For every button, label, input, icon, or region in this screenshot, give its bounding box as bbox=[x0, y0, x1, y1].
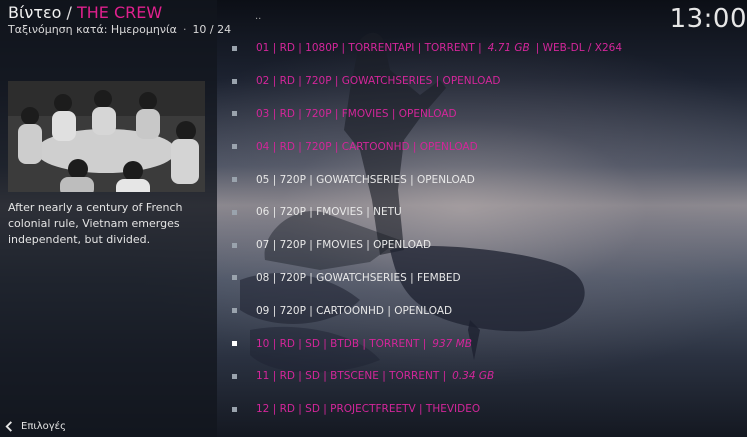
list-item-label: 08 | 720P | GOWATCHSERIES | FEMBED bbox=[256, 272, 461, 284]
list-item-label: 02 | RD | 720P | GOWATCHSERIES | OPENLOA… bbox=[256, 75, 500, 87]
source-text: 06 | 720P | FMOVIES | NETU bbox=[256, 206, 402, 219]
bullet-icon bbox=[232, 144, 237, 150]
list-item[interactable]: 06 | 720P | FMOVIES | NETU bbox=[232, 196, 732, 229]
section-label: Βίντεο bbox=[8, 3, 62, 22]
sort-info: Ταξινόμηση κατά: Ημερομηνία · 10 / 24 bbox=[8, 23, 231, 36]
options-label: Επιλογές bbox=[21, 421, 66, 432]
sort-label: Ταξινόμηση κατά: Ημερομηνία bbox=[8, 23, 177, 36]
list-item-label: 11 | RD | SD | BTSCENE | TORRENT | 0.34 G… bbox=[256, 370, 494, 382]
file-size: 4.71 GB bbox=[487, 42, 530, 55]
file-size: 0.34 GB bbox=[452, 370, 495, 383]
list-item[interactable]: 11 | RD | SD | BTSCENE | TORRENT | 0.34 G… bbox=[232, 360, 732, 393]
parent-folder-item[interactable]: .. bbox=[255, 11, 261, 22]
options-chevron-icon bbox=[5, 421, 12, 432]
list-item[interactable]: 05 | 720P | GOWATCHSERIES | OPENLOAD bbox=[232, 163, 732, 196]
bullet-icon bbox=[232, 406, 237, 412]
bullet-icon bbox=[232, 177, 237, 183]
source-text: 04 | RD | 720P | CARTOONHD | OPENLOAD bbox=[256, 140, 478, 153]
bullet-icon bbox=[232, 275, 237, 281]
thumbnail-image bbox=[8, 81, 205, 192]
dot-separator: · bbox=[182, 23, 187, 36]
bullet-icon bbox=[232, 45, 237, 51]
source-text: 08 | 720P | GOWATCHSERIES | FEMBED bbox=[256, 271, 461, 284]
source-text: 02 | RD | 720P | GOWATCHSERIES | OPENLOA… bbox=[256, 75, 501, 88]
item-position: 10 / 24 bbox=[192, 23, 232, 36]
list-item[interactable]: 12 | RD | SD | PROJECTFREETV | THEVIDEO bbox=[232, 393, 732, 426]
bullet-icon bbox=[232, 78, 237, 84]
list-item-label: 09 | 720P | CARTOONHD | OPENLOAD bbox=[256, 305, 452, 317]
page-title: Βίντεο / THE CREW bbox=[8, 3, 162, 22]
bullet-icon bbox=[232, 373, 237, 379]
bullet-icon bbox=[232, 308, 237, 314]
list-item[interactable]: 07 | 720P | FMOVIES | OPENLOAD bbox=[232, 229, 732, 262]
source-text: 03 | RD | 720P | FMOVIES | OPENLOAD bbox=[256, 107, 457, 120]
show-title: THE CREW bbox=[76, 3, 163, 22]
list-item[interactable]: 02 | RD | 720P | GOWATCHSERIES | OPENLOA… bbox=[232, 65, 732, 98]
source-text: 11 | RD | SD | BTSCENE | TORRENT | bbox=[256, 370, 447, 383]
list-item-label: 12 | RD | SD | PROJECTFREETV | THEVIDEO bbox=[256, 403, 480, 415]
bullet-icon bbox=[232, 209, 237, 215]
source-text: 12 | RD | SD | PROJECTFREETV | THEVIDEO bbox=[256, 403, 481, 416]
release-info: | WEB-DL / X264 bbox=[535, 42, 623, 55]
clock: 13:00 bbox=[669, 4, 747, 34]
source-list: 01 | RD | 1080P | TORRENTAPI | TORRENT |… bbox=[232, 32, 732, 426]
plot-text: After nearly a century of French colonia… bbox=[8, 201, 183, 246]
list-item-label: 03 | RD | 720P | FMOVIES | OPENLOAD bbox=[256, 108, 457, 120]
source-text: 05 | 720P | GOWATCHSERIES | OPENLOAD bbox=[256, 173, 475, 186]
source-text: 10 | RD | SD | BTDB | TORRENT | bbox=[256, 337, 427, 350]
bullet-icon bbox=[232, 111, 237, 117]
poster-thumbnail bbox=[8, 81, 205, 192]
list-item-label: 01 | RD | 1080P | TORRENTAPI | TORRENT |… bbox=[256, 42, 622, 54]
list-item-label: 10 | RD | SD | BTDB | TORRENT | 937 MB bbox=[256, 338, 472, 350]
list-item[interactable]: 09 | 720P | CARTOONHD | OPENLOAD bbox=[232, 294, 732, 327]
list-item-label: 06 | 720P | FMOVIES | NETU bbox=[256, 206, 402, 218]
title-separator: / bbox=[66, 3, 72, 22]
source-text: 09 | 720P | CARTOONHD | OPENLOAD bbox=[256, 304, 453, 317]
bullet-icon bbox=[232, 341, 237, 347]
list-item-label: 07 | 720P | FMOVIES | OPENLOAD bbox=[256, 239, 431, 251]
file-size: 937 MB bbox=[432, 337, 472, 350]
list-item-label: 05 | 720P | GOWATCHSERIES | OPENLOAD bbox=[256, 174, 475, 186]
source-text: 01 | RD | 1080P | TORRENTAPI | TORRENT | bbox=[256, 42, 482, 55]
list-item[interactable]: 01 | RD | 1080P | TORRENTAPI | TORRENT |… bbox=[232, 32, 732, 65]
list-item[interactable]: 10 | RD | SD | BTDB | TORRENT | 937 MB bbox=[232, 327, 732, 360]
list-item[interactable]: 08 | 720P | GOWATCHSERIES | FEMBED bbox=[232, 262, 732, 295]
options-button[interactable]: Επιλογές bbox=[4, 421, 66, 432]
list-item[interactable]: 03 | RD | 720P | FMOVIES | OPENLOAD bbox=[232, 98, 732, 131]
bullet-icon bbox=[232, 242, 237, 248]
list-item[interactable]: 04 | RD | 720P | CARTOONHD | OPENLOAD bbox=[232, 130, 732, 163]
source-text: 07 | 720P | FMOVIES | OPENLOAD bbox=[256, 239, 432, 252]
list-item-label: 04 | RD | 720P | CARTOONHD | OPENLOAD bbox=[256, 141, 478, 153]
